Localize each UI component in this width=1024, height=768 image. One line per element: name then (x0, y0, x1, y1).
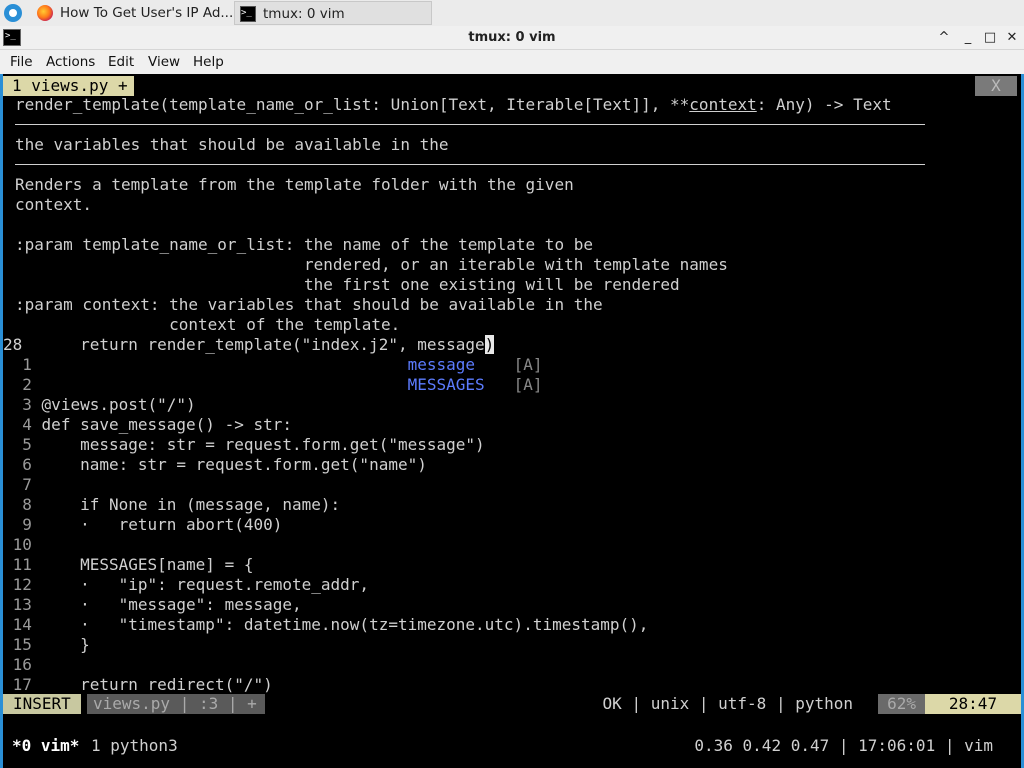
doc-line: context. (15, 195, 93, 214)
terminal-icon: >_ (240, 6, 256, 22)
taskbar-item-terminal[interactable]: >_ tmux: 0 vim (234, 1, 432, 25)
code-line[interactable]: 12 · "ip": request.remote_addr, (3, 575, 369, 595)
menu-bar: File Actions Edit View Help (0, 50, 1024, 74)
window-title: tmux: 0 vim (468, 30, 556, 45)
code-line[interactable]: 6 name: str = request.form.get("name") (3, 455, 427, 475)
menu-help[interactable]: Help (193, 50, 224, 74)
doc-line: :param context: the variables that shoul… (15, 295, 603, 314)
keep-above-button[interactable]: ^ (935, 29, 953, 47)
firefox-icon (37, 5, 53, 21)
current-code-line[interactable]: 28 return render_template("index.j2", me… (3, 335, 495, 355)
menu-actions[interactable]: Actions (46, 50, 95, 74)
doc-line: context of the template. (15, 315, 401, 334)
tmux-status-right: 0.36 0.42 0.47 | 17:06:01 | vim (694, 736, 993, 755)
doc-line: Renders a template from the template fol… (15, 175, 574, 194)
taskbar: How To Get User's IP Ad... >_ tmux: 0 vi… (0, 0, 1024, 26)
code-line[interactable]: 7 (3, 475, 42, 495)
code-line[interactable]: 17 return redirect("/") (3, 675, 273, 695)
cursor-position: 28:47 (925, 694, 1021, 714)
minimize-button[interactable]: _ (959, 29, 977, 47)
doc-line: rendered, or an iterable with template n… (15, 255, 728, 274)
divider (15, 124, 925, 125)
code-line[interactable]: 13 · "message": message, (3, 595, 302, 615)
vim-statusline: INSERT views.py | :3 | + OK | unix | utf… (3, 694, 1021, 714)
file-format-info: OK | unix | utf-8 | python (602, 694, 853, 713)
doc-line: the first one existing will be rendered (15, 275, 680, 294)
taskbar-item-label: tmux: 0 vim (263, 6, 345, 22)
file-info: views.py | :3 | + (87, 694, 265, 714)
code-line[interactable]: 8 if None in (message, name): (3, 495, 340, 515)
signature-hint: the variables that should be available i… (15, 135, 449, 154)
vim-tabline: 1 views.py + X (3, 74, 1021, 96)
tab-close-button[interactable]: X (975, 76, 1017, 96)
tmux-window-python3[interactable]: 1 python3 (91, 734, 178, 758)
close-button[interactable]: ✕ (1003, 29, 1021, 47)
code-line[interactable]: 15 } (3, 635, 90, 655)
menu-edit[interactable]: Edit (108, 50, 134, 74)
completion-item[interactable]: 2 MESSAGES [A] (3, 375, 542, 395)
taskbar-item-label: How To Get User's IP Ad... (60, 5, 234, 21)
code-line[interactable]: 10 (3, 535, 42, 555)
code-line[interactable]: 16 (3, 655, 42, 675)
tmux-statusbar: *0 vim* 1 python3 0.36 0.42 0.47 | 17:06… (3, 734, 1021, 758)
code-line[interactable]: 11 MESSAGES[name] = { (3, 555, 254, 575)
taskbar-item-firefox[interactable]: How To Get User's IP Ad... (32, 1, 234, 25)
scroll-percent: 62% (878, 694, 925, 714)
tmux-window-vim[interactable]: *0 vim* (12, 734, 79, 758)
code-line[interactable]: 4 def save_message() -> str: (3, 415, 292, 435)
code-line[interactable]: 9 · return abort(400) (3, 515, 282, 535)
divider (15, 164, 925, 165)
menu-file[interactable]: File (10, 50, 33, 74)
completion-item[interactable]: 1 message [A] (3, 355, 542, 375)
code-line[interactable]: 3 @views.post("/") (3, 395, 195, 415)
maximize-button[interactable]: □ (981, 29, 999, 47)
tab-views-py[interactable]: 1 views.py + (3, 76, 134, 96)
window-titlebar: >_ tmux: 0 vim ^ _ □ ✕ (0, 26, 1024, 50)
mode-indicator: INSERT (3, 694, 81, 714)
code-line[interactable]: 5 message: str = request.form.get("messa… (3, 435, 484, 455)
menu-view[interactable]: View (148, 50, 180, 74)
code-line[interactable]: 14 · "timestamp": datetime.now(tz=timezo… (3, 615, 649, 635)
signature-line: render_template(template_name_or_list: U… (15, 95, 892, 114)
text-cursor: ) (484, 335, 495, 354)
app-menu-icon[interactable] (4, 4, 22, 22)
doc-line: :param template_name_or_list: the name o… (15, 235, 593, 254)
terminal-area[interactable]: render_template(template_name_or_list: U… (0, 74, 1024, 768)
